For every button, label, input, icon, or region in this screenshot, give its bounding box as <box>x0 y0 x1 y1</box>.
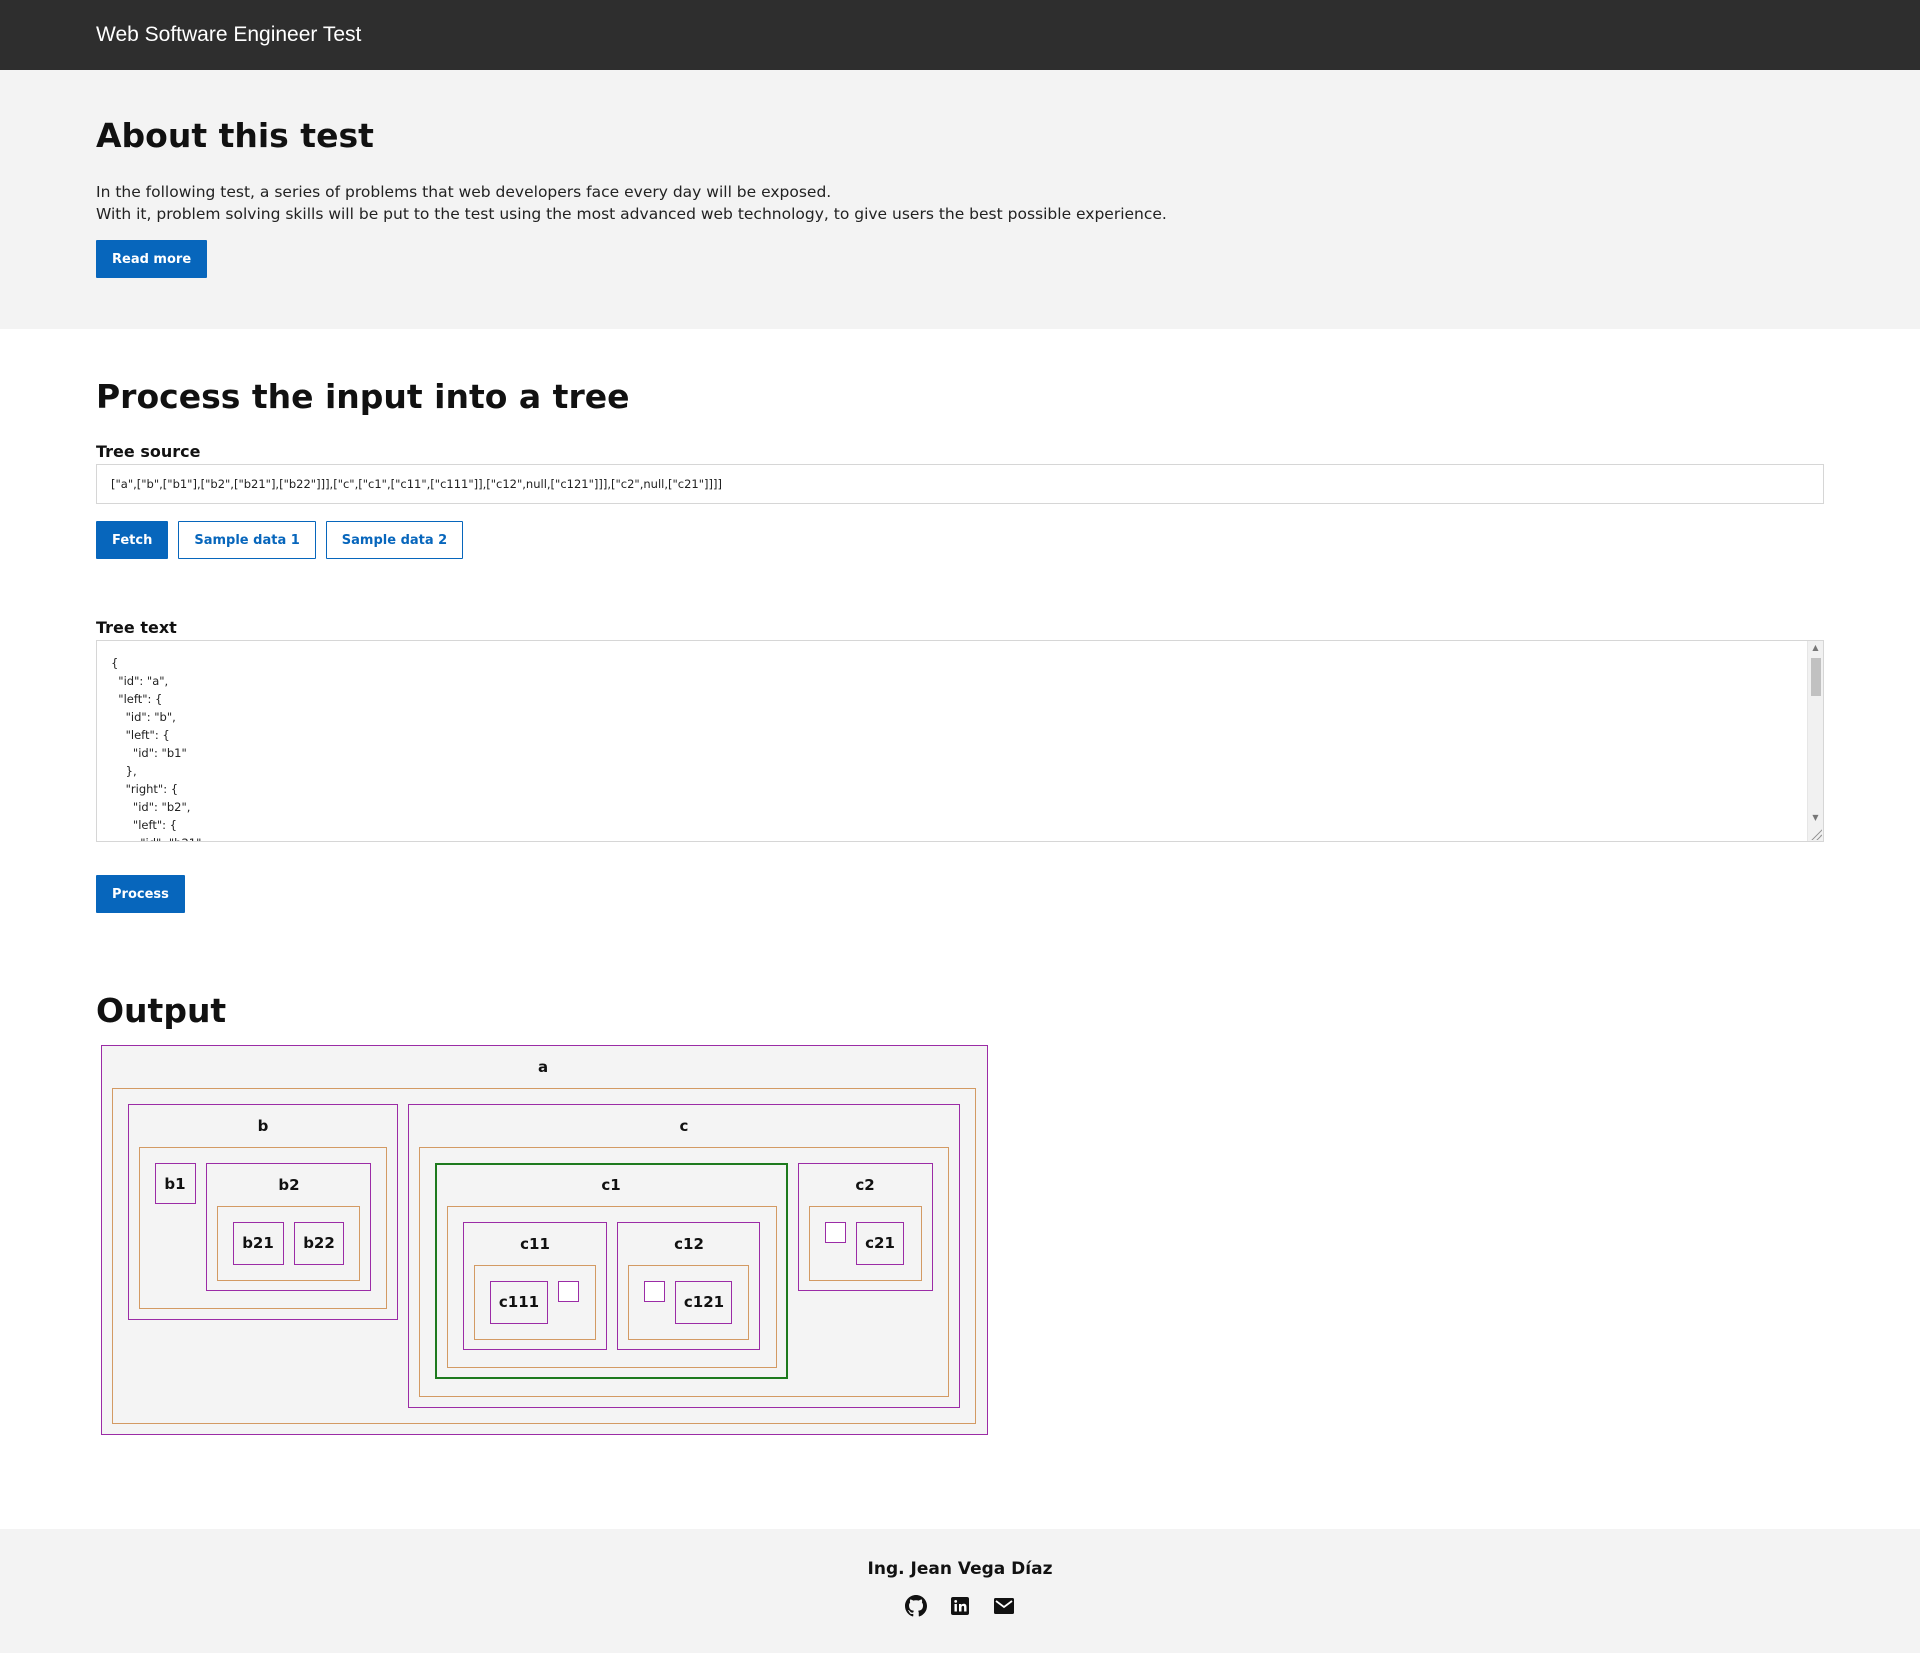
sample-data-1-button[interactable]: Sample data 1 <box>178 521 316 559</box>
scroll-down-arrow-icon[interactable]: ▼ <box>1808 811 1823 825</box>
tree-source-input[interactable] <box>96 464 1824 504</box>
node-label-c111: c111 <box>498 1293 540 1311</box>
node-label-c11: c11 <box>520 1235 550 1253</box>
about-paragraph-2: With it, problem solving skills will be … <box>96 205 1167 223</box>
tree-source-label: Tree source <box>96 442 201 461</box>
tree-text-content[interactable]: { "id": "a", "left": { "id": "b", "left"… <box>97 641 1823 841</box>
github-icon[interactable] <box>905 1595 927 1617</box>
fetch-button[interactable]: Fetch <box>96 521 169 559</box>
node-label-b: b <box>257 1117 269 1135</box>
node-label-b21: b21 <box>242 1234 274 1252</box>
tree-empty-child <box>644 1281 665 1302</box>
tree-empty-child <box>558 1281 579 1302</box>
node-label-b2: b2 <box>278 1176 300 1194</box>
node-label-b1: b1 <box>164 1175 186 1193</box>
node-label-c: c <box>679 1117 689 1135</box>
node-label-a: a <box>537 1058 549 1076</box>
process-button[interactable]: Process <box>96 875 185 913</box>
tree-text-label: Tree text <box>96 618 177 637</box>
top-bar: Web Software Engineer Test <box>0 0 1920 70</box>
node-label-b22: b22 <box>303 1234 335 1252</box>
tree-text-area[interactable]: { "id": "a", "left": { "id": "b", "left"… <box>96 640 1824 842</box>
tree-output: a b b1 b2 b21 b22 c c1 c11 c111 c12 c121… <box>101 1045 991 1437</box>
app-title: Web Software Engineer Test <box>96 23 362 46</box>
tree-text-scrollbar[interactable]: ▲ ▼ <box>1807 641 1823 841</box>
scroll-thumb[interactable] <box>1811 658 1821 696</box>
read-more-button[interactable]: Read more <box>96 240 208 278</box>
process-section: Process the input into a tree Tree sourc… <box>0 329 1920 913</box>
output-section: Output a b b1 b2 b21 b22 c c1 c11 c111 c <box>0 913 1920 1437</box>
node-label-c1: c1 <box>601 1176 621 1194</box>
resize-grip-icon[interactable] <box>1810 828 1822 840</box>
about-section: About this test In the following test, a… <box>0 70 1920 329</box>
source-actions: Fetch Sample data 1 Sample data 2 <box>96 521 1824 559</box>
footer: Ing. Jean Vega Díaz <box>0 1529 1920 1653</box>
tree-text-field: Tree text { "id": "a", "left": { "id": "… <box>96 618 1824 842</box>
footer-author: Ing. Jean Vega Díaz <box>867 1559 1053 1579</box>
node-label-c2: c2 <box>855 1176 875 1194</box>
mail-icon[interactable] <box>993 1595 1015 1617</box>
process-heading: Process the input into a tree <box>96 377 630 416</box>
node-label-c21: c21 <box>865 1234 895 1252</box>
footer-social-links <box>0 1595 1920 1617</box>
output-heading: Output <box>96 991 227 1030</box>
tree-empty-child <box>825 1222 846 1243</box>
about-paragraph-1: In the following test, a series of probl… <box>96 183 832 201</box>
sample-data-2-button[interactable]: Sample data 2 <box>325 521 464 559</box>
scroll-up-arrow-icon[interactable]: ▲ <box>1808 641 1823 655</box>
node-label-c121: c121 <box>683 1293 725 1311</box>
about-heading: About this test <box>96 116 374 155</box>
node-label-c12: c12 <box>674 1235 704 1253</box>
linkedin-icon[interactable] <box>949 1595 971 1617</box>
